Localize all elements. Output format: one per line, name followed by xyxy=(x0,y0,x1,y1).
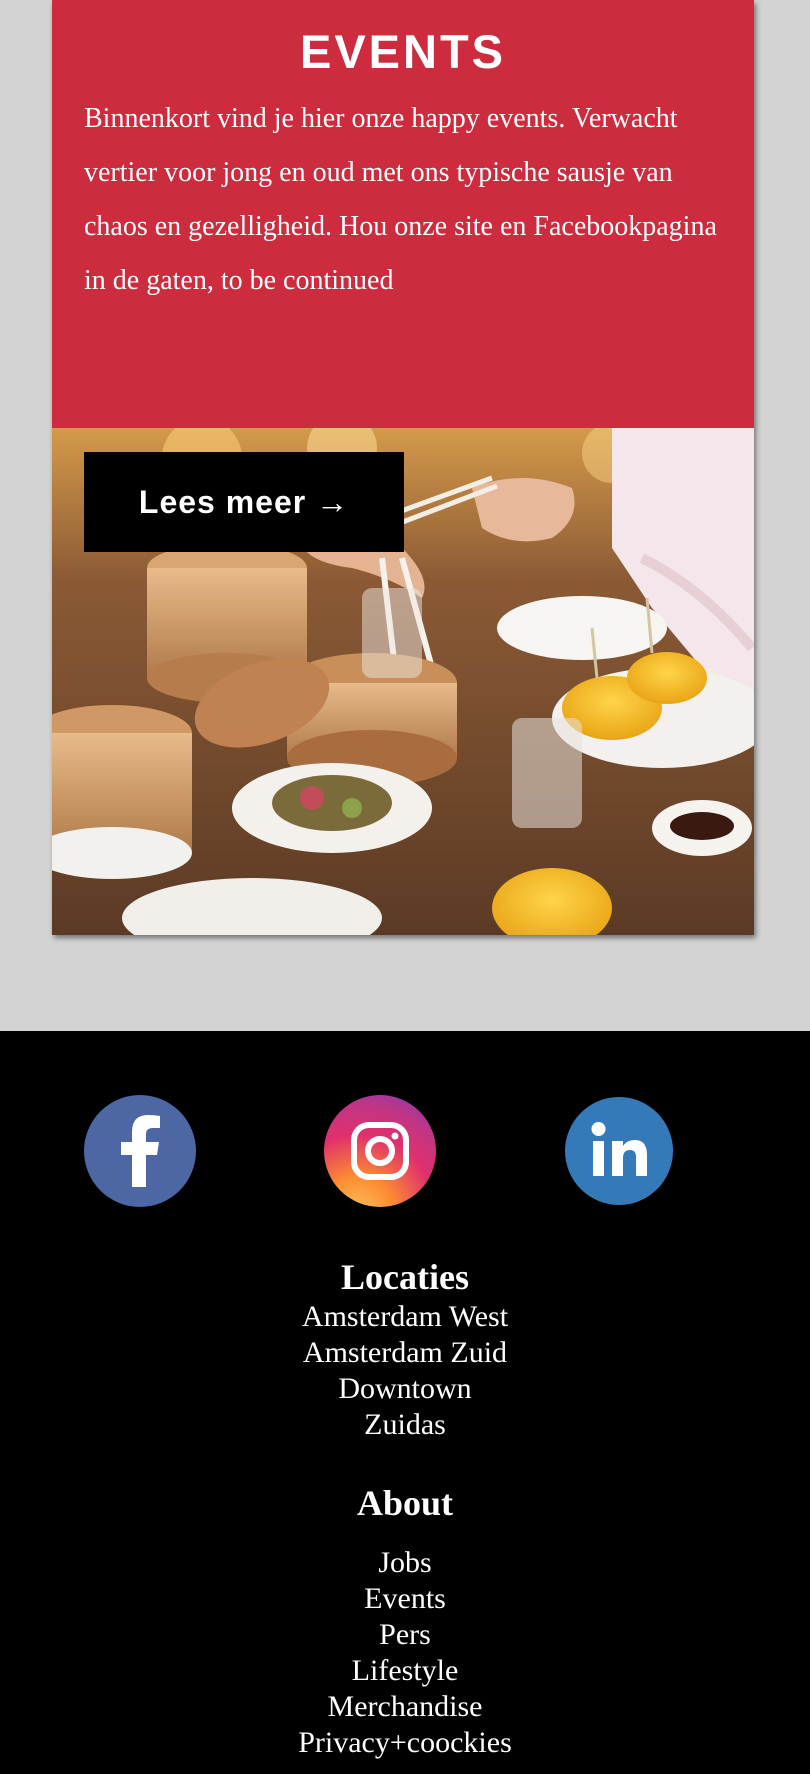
footer-about: About Jobs Events Pers Lifestyle Merchan… xyxy=(0,1481,810,1761)
footer-link-amsterdam-zuid[interactable]: Amsterdam Zuid xyxy=(0,1335,810,1371)
events-food-photo: Lees meer → xyxy=(52,428,754,935)
events-card: EVENTS Binnenkort vind je hier onze happ… xyxy=(52,0,754,935)
linkedin-icon[interactable] xyxy=(565,1097,673,1205)
lees-meer-button[interactable]: Lees meer → xyxy=(84,452,404,552)
footer-link-zuidas[interactable]: Zuidas xyxy=(0,1407,810,1443)
footer-link-lifestyle[interactable]: Lifestyle xyxy=(0,1653,810,1689)
events-title: EVENTS xyxy=(299,25,507,78)
events-card-header: EVENTS Binnenkort vind je hier onze happ… xyxy=(52,0,754,428)
footer-link-jobs[interactable]: Jobs xyxy=(0,1545,810,1581)
footer-link-privacy[interactable]: Privacy+coockies xyxy=(0,1725,810,1761)
site-footer: Locaties Amsterdam West Amsterdam Zuid D… xyxy=(0,1031,810,1774)
footer-link-pers[interactable]: Pers xyxy=(0,1617,810,1653)
facebook-icon[interactable] xyxy=(84,1095,196,1207)
footer-link-downtown[interactable]: Downtown xyxy=(0,1371,810,1407)
footer-link-merchandise[interactable]: Merchandise xyxy=(0,1689,810,1725)
about-heading: About xyxy=(356,1483,454,1523)
footer-link-events[interactable]: Events xyxy=(0,1581,810,1617)
events-description: Binnenkort vind je hier onze happy event… xyxy=(84,103,717,296)
locaties-heading: Locaties xyxy=(341,1257,469,1297)
footer-locaties: Locaties Amsterdam West Amsterdam Zuid D… xyxy=(0,1255,810,1443)
footer-link-amsterdam-west[interactable]: Amsterdam West xyxy=(0,1299,810,1335)
instagram-icon[interactable] xyxy=(324,1095,436,1207)
